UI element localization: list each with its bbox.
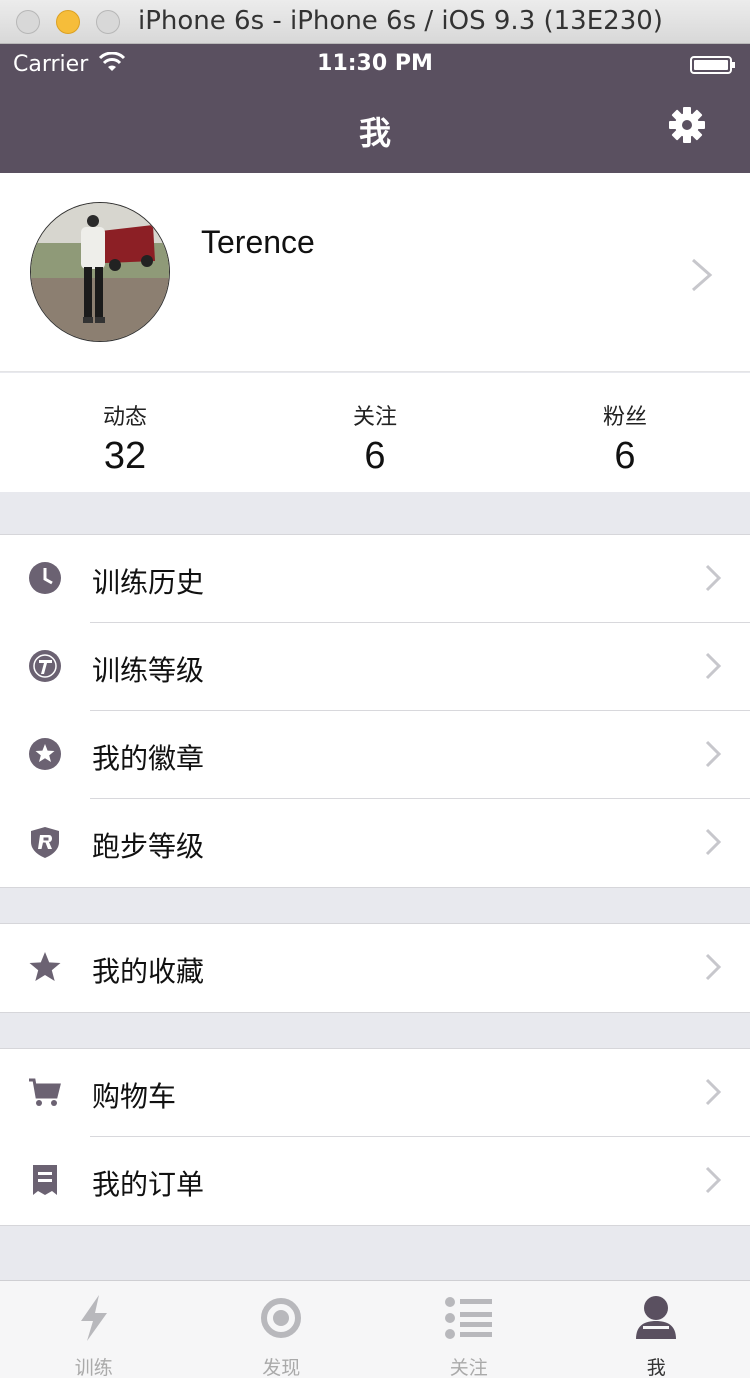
profile-header[interactable]: Terence [0,173,750,372]
stat-following[interactable]: 关注 6 [250,373,500,492]
list-icon [444,1297,492,1339]
menu-item-label: 训练等级 [92,654,205,687]
page-title: 我 [358,114,391,152]
battery-icon [690,56,735,74]
avatar-photo [31,203,169,341]
avatar[interactable] [30,202,170,342]
tab-training[interactable]: 训练 [0,1281,188,1378]
menu-item-label: 购物车 [92,1080,177,1113]
simulator-titlebar: iPhone 6s - iPhone 6s / iOS 9.3 (13E230) [0,0,750,44]
menu-item-my-orders[interactable]: 我的订单 [0,1137,750,1225]
menu-group-favorites: 我的收藏 [0,923,750,1013]
stat-posts[interactable]: 动态 32 [0,373,250,492]
status-time: 11:30 PM [317,51,433,76]
menu-item-label: 训练历史 [92,566,205,599]
chevron-right-icon [705,564,722,592]
tab-bar: 训练 发现 关注 我 [0,1280,750,1378]
target-icon [261,1298,302,1338]
chevron-right-icon [705,652,722,680]
tab-following[interactable]: 关注 [375,1281,563,1378]
stat-value: 6 [614,435,636,477]
stat-label: 动态 [102,405,147,430]
window-close-button[interactable] [16,10,40,34]
person-icon [636,1296,677,1339]
stat-label: 关注 [352,405,397,430]
tab-me[interactable]: 我 [563,1281,750,1378]
stats-bar: 动态 32 关注 6 粉丝 6 [0,373,750,492]
window-title: iPhone 6s - iPhone 6s / iOS 9.3 (13E230) [138,6,663,36]
chevron-right-icon [705,1078,722,1106]
chevron-right-icon [705,1166,722,1194]
menu-item-running-level[interactable]: 跑步等级 [0,799,750,887]
menu-item-training-level[interactable]: 训练等级 [0,623,750,711]
window-minimize-button[interactable] [56,10,80,34]
tab-label: 我 [646,1357,666,1378]
tab-label: 训练 [74,1357,113,1378]
tab-label: 发现 [262,1357,301,1378]
stat-label: 粉丝 [602,405,647,430]
navigation-bar: Carrier 11:30 PM 我 [0,44,750,173]
chevron-right-icon [692,258,713,292]
menu-item-my-favorites[interactable]: 我的收藏 [0,924,750,1012]
lightning-icon [80,1295,107,1341]
menu-item-label: 跑步等级 [92,830,205,863]
tab-discover[interactable]: 发现 [188,1281,376,1378]
menu-item-training-history[interactable]: 训练历史 [0,535,750,623]
star-icon [29,952,61,981]
menu-item-label: 我的订单 [92,1168,205,1201]
receipt-icon [33,1165,57,1195]
menu-item-cart[interactable]: 购物车 [0,1049,750,1137]
tab-label: 关注 [449,1357,488,1378]
menu-item-my-badges[interactable]: 我的徽章 [0,711,750,799]
t-badge-icon [29,650,61,682]
profile-name: Terence [201,224,315,260]
chevron-right-icon [705,953,722,981]
chevron-right-icon [705,740,722,768]
star-badge-icon [29,738,61,770]
stat-value: 32 [103,435,147,477]
menu-item-label: 我的徽章 [92,742,205,775]
r-shield-icon [31,827,59,858]
menu-item-label: 我的收藏 [92,955,205,988]
stat-followers[interactable]: 粉丝 6 [500,373,750,492]
clock-icon [29,562,61,594]
stat-value: 6 [364,435,386,477]
menu-group-shopping: 购物车 我的订单 [0,1048,750,1226]
window-maximize-button[interactable] [96,10,120,34]
cart-icon [29,1078,61,1106]
gear-icon[interactable] [668,106,706,144]
chevron-right-icon [705,828,722,856]
menu-group-training: 训练历史 训练等级 我的徽章 跑步等级 [0,534,750,888]
